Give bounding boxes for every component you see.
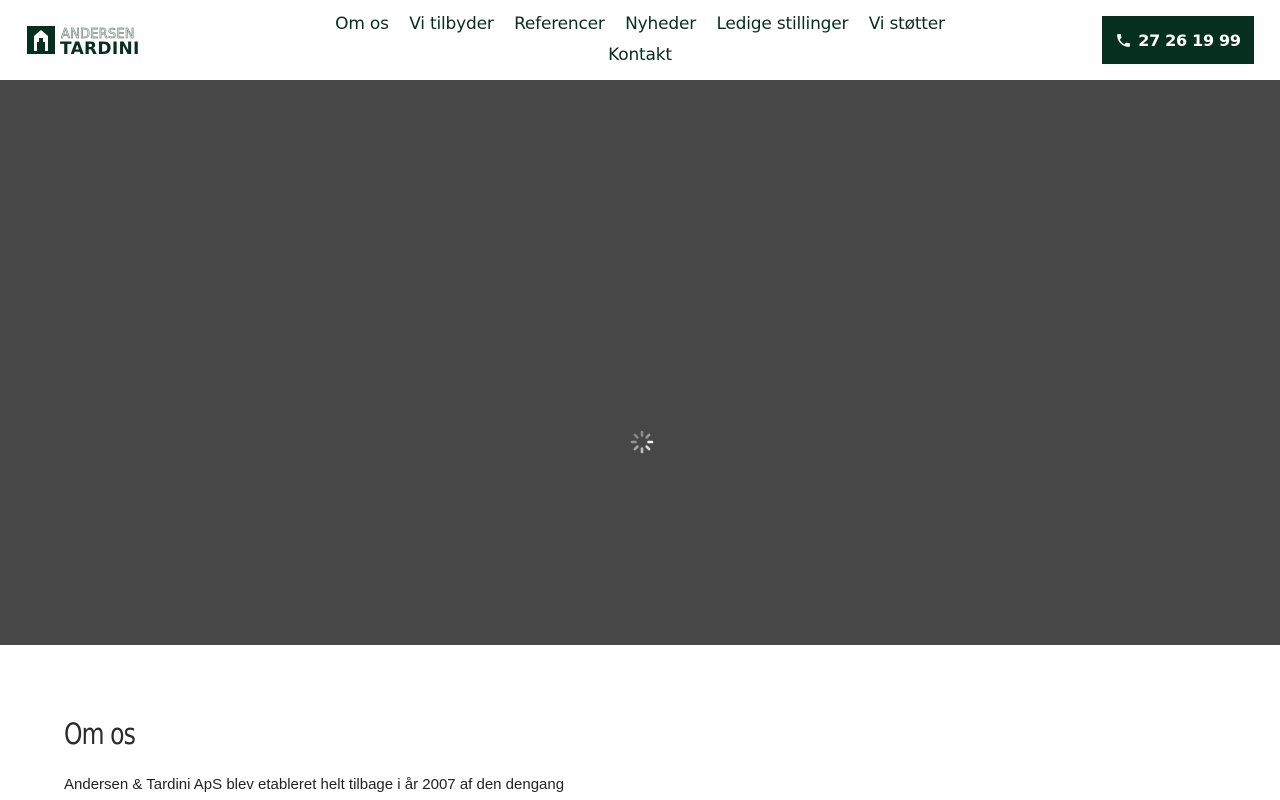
nav-item-om-os[interactable]: Om os xyxy=(335,9,389,39)
svg-text:TARDINI: TARDINI xyxy=(60,39,140,56)
company-logo[interactable]: ANDERSEN TARDINI xyxy=(26,24,162,56)
hero-slider xyxy=(0,80,1280,645)
phone-icon xyxy=(1117,33,1131,47)
nav-item-nyheder[interactable]: Nyheder xyxy=(625,9,696,39)
nav-item-referencer[interactable]: Referencer xyxy=(514,9,605,39)
about-paragraph: Andersen & Tardini ApS blev etableret he… xyxy=(64,776,565,793)
spinner-icon xyxy=(630,430,654,454)
nav-item-vi-stotter[interactable]: Vi støtter xyxy=(869,9,945,39)
site-header: ANDERSEN TARDINI Om os Vi tilbyder Refer… xyxy=(0,0,1280,80)
about-heading: Om os xyxy=(64,717,136,751)
phone-number: 27 26 19 99 xyxy=(1138,30,1241,50)
nav-item-ledige-stillinger[interactable]: Ledige stillinger xyxy=(716,9,848,39)
phone-call-button[interactable]: 27 26 19 99 xyxy=(1102,16,1254,64)
main-nav: Om os Vi tilbyder Referencer Nyheder Led… xyxy=(310,9,970,71)
nav-item-kontakt[interactable]: Kontakt xyxy=(608,40,672,70)
about-section: Om os Andersen & Tardini ApS blev etable… xyxy=(64,716,764,796)
nav-item-vi-tilbyder[interactable]: Vi tilbyder xyxy=(409,9,494,39)
